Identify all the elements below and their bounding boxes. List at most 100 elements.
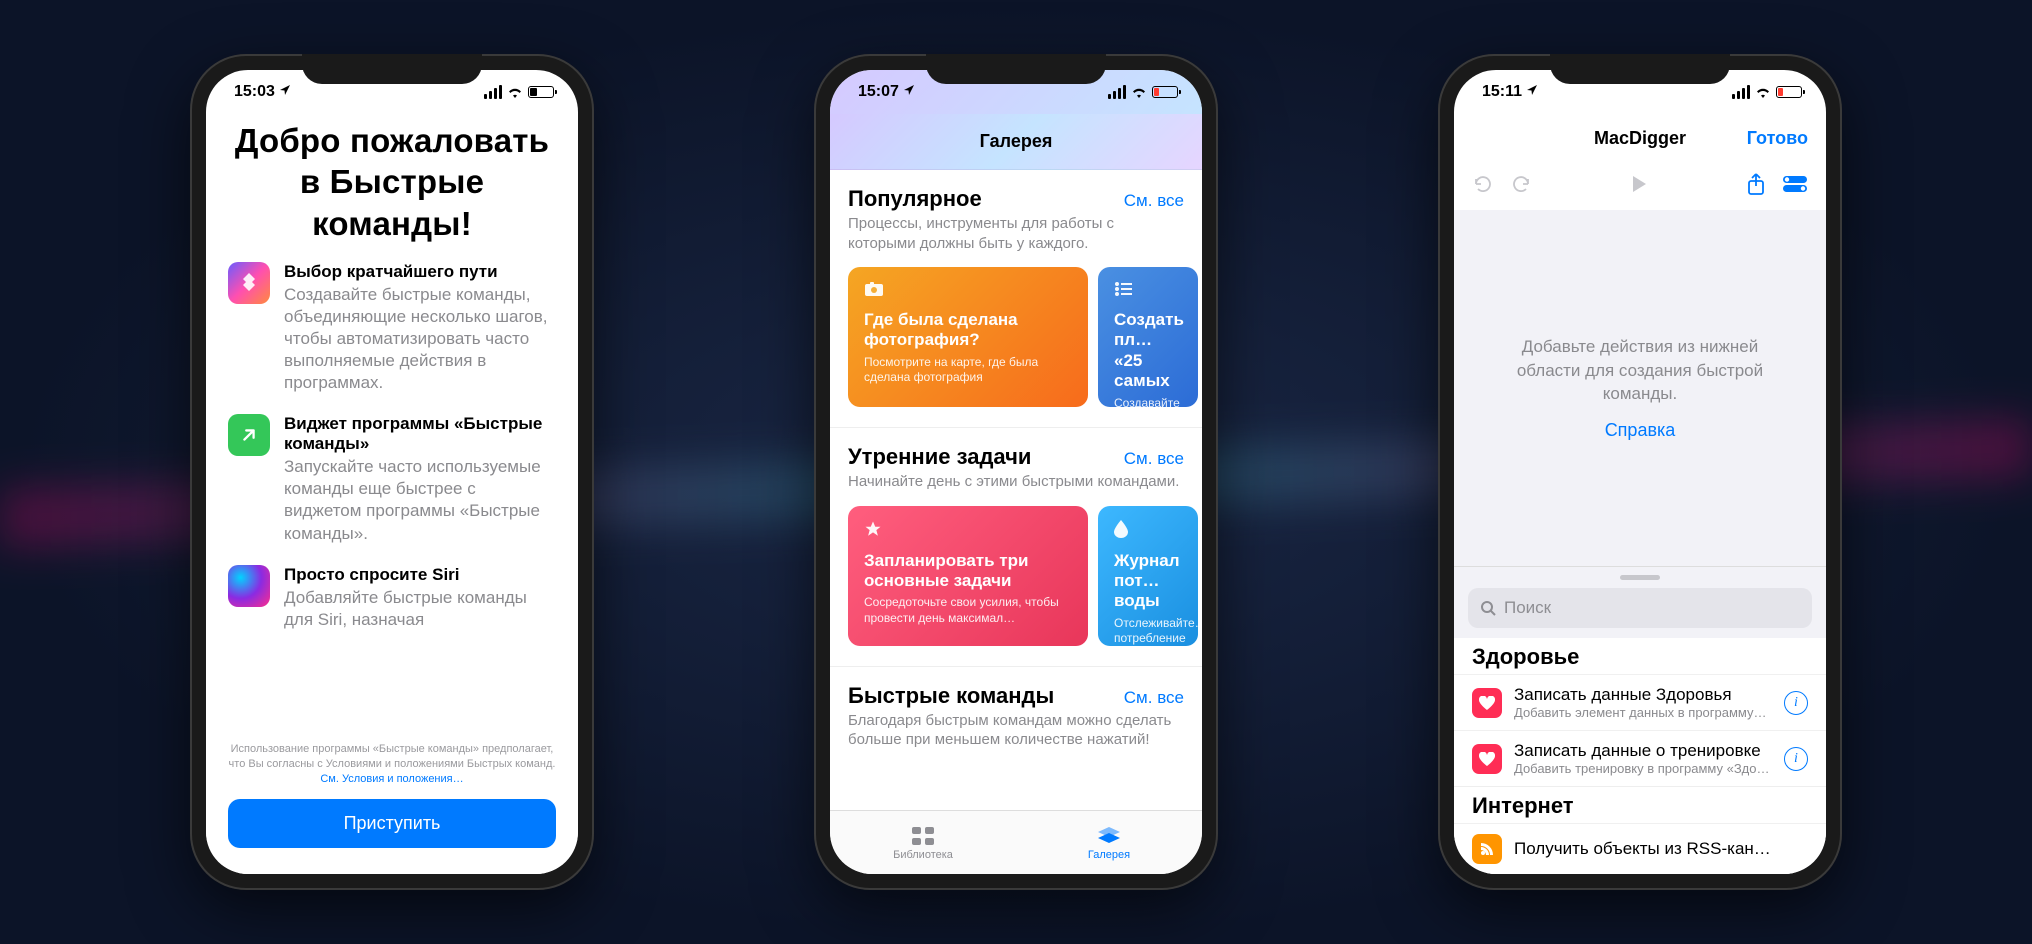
tab-library[interactable]: Библиотека xyxy=(830,811,1016,874)
section-subtitle: Процессы, инструменты для работы с котор… xyxy=(848,214,1184,253)
phone-welcome: 15:03 Добро пожаловать в Быстрые команды… xyxy=(190,54,594,890)
location-icon xyxy=(1526,83,1538,101)
tab-bar: Библиотека Галерея xyxy=(830,810,1202,874)
actions-sheet[interactable]: Поиск Здоровье Записать данные Здоровья … xyxy=(1454,566,1826,874)
battery-icon xyxy=(1152,86,1178,98)
battery-icon xyxy=(1776,86,1802,98)
tab-label: Галерея xyxy=(1088,849,1130,861)
shortcut-card-plan-tasks[interactable]: Запланировать три основные задачи Сосред… xyxy=(848,506,1088,646)
action-log-workout[interactable]: Записать данные о тренировке Добавить тр… xyxy=(1454,730,1826,786)
section-subtitle: Начинайте день с этими быстрыми командам… xyxy=(848,472,1184,492)
camera-icon xyxy=(864,281,1072,302)
nav-bar: MacDigger Готово xyxy=(1454,114,1826,162)
cellular-icon xyxy=(1732,85,1750,99)
card-subtitle: Отслеживайте… потребление в… xyxy=(1114,616,1182,663)
feature-widget: Виджет программы «Быстрые команды» Запус… xyxy=(228,414,556,544)
share-icon[interactable] xyxy=(1746,172,1766,201)
action-subtitle: Добавить элемент данных в программу… xyxy=(1514,705,1772,720)
info-icon[interactable]: i xyxy=(1784,747,1808,771)
info-icon[interactable]: i xyxy=(1784,691,1808,715)
undo-icon[interactable] xyxy=(1472,173,1494,200)
rss-icon xyxy=(1472,834,1502,864)
cellular-icon xyxy=(1108,85,1126,99)
widget-icon xyxy=(228,414,270,456)
action-title: Записать данные Здоровья xyxy=(1514,685,1772,705)
wifi-icon xyxy=(507,86,523,98)
status-time: 15:11 xyxy=(1482,83,1522,101)
card-title: Журнал пот… воды xyxy=(1114,551,1182,612)
battery-icon xyxy=(528,86,554,98)
search-field[interactable]: Поиск xyxy=(1468,588,1812,628)
shortcut-card-playlist[interactable]: Создать пл… «25 самых Создавайте сп… про… xyxy=(1098,267,1198,407)
section-shortcuts: Быстрые команды См. все Благодаря быстры… xyxy=(830,667,1202,754)
search-placeholder: Поиск xyxy=(1504,598,1551,618)
card-title: Создать пл… «25 самых xyxy=(1114,310,1182,392)
tab-gallery[interactable]: Галерея xyxy=(1016,811,1202,874)
card-title: Запланировать три основные задачи xyxy=(864,551,1072,592)
star-icon xyxy=(864,520,1072,543)
feature-body: Добавляйте быстрые команды для Siri, наз… xyxy=(284,587,556,631)
feature-heading: Виджет программы «Быстрые команды» xyxy=(284,414,556,454)
terms-link[interactable]: См. Условия и положения… xyxy=(320,773,463,785)
phone-gallery: 15:07 Галерея Популярное См. все Пр xyxy=(814,54,1218,890)
feature-siri: Просто спросите Siri Добавляйте быстрые … xyxy=(228,565,556,631)
toolbar xyxy=(1454,162,1826,210)
list-icon xyxy=(1114,281,1182,302)
shortcut-card-photo-location[interactable]: Где была сделана фотография? Посмотрите … xyxy=(848,267,1088,407)
card-subtitle: Сосредоточьте свои усилия, чтобы провест… xyxy=(864,595,1072,626)
welcome-title: Добро пожаловать в Быстрые команды! xyxy=(228,120,556,244)
section-subtitle: Благодаря быстрым командам можно сделать… xyxy=(848,711,1184,750)
feature-body: Создавайте быстрые команды, объединяющие… xyxy=(284,284,556,394)
screenshot-stage: 15:03 Добро пожаловать в Быстрые команды… xyxy=(0,0,2032,944)
section-title: Популярное xyxy=(848,186,982,212)
card-subtitle: Создавайте сп… прослушиваем… xyxy=(1114,396,1182,443)
phone-editor: 15:11 MacDigger Готово xyxy=(1438,54,1842,890)
shortcut-card-water-log[interactable]: Журнал пот… воды Отслеживайте… потреблен… xyxy=(1098,506,1198,646)
heart-icon xyxy=(1472,744,1502,774)
see-all-link[interactable]: См. все xyxy=(1124,449,1184,469)
card-subtitle: Посмотрите на карте, где была сделана фо… xyxy=(864,355,1072,386)
section-title: Утренние задачи xyxy=(848,444,1031,470)
action-title: Записать данные о тренировке xyxy=(1514,741,1772,761)
location-icon xyxy=(903,83,915,101)
empty-hint: Добавьте действия из нижней области для … xyxy=(1494,335,1786,406)
wifi-icon xyxy=(1131,86,1147,98)
feature-shortest-path: Выбор кратчайшего пути Создавайте быстры… xyxy=(228,262,556,394)
feature-heading: Просто спросите Siri xyxy=(284,565,556,585)
action-log-health[interactable]: Записать данные Здоровья Добавить элемен… xyxy=(1454,674,1826,730)
shortcuts-icon xyxy=(228,262,270,304)
play-icon[interactable] xyxy=(1630,174,1648,199)
done-button[interactable]: Готово xyxy=(1747,128,1808,149)
section-title: Быстрые команды xyxy=(848,683,1054,709)
heart-icon xyxy=(1472,688,1502,718)
category-health: Здоровье xyxy=(1454,638,1826,674)
siri-icon xyxy=(228,565,270,607)
search-icon xyxy=(1480,600,1496,616)
section-popular: Популярное См. все Процессы, инструменты… xyxy=(830,170,1202,428)
feature-heading: Выбор кратчайшего пути xyxy=(284,262,556,282)
see-all-link[interactable]: См. все xyxy=(1124,688,1184,708)
feature-body: Запускайте часто используемые команды ещ… xyxy=(284,456,556,544)
canvas-empty-state: Добавьте действия из нижней области для … xyxy=(1454,210,1826,566)
wifi-icon xyxy=(1755,86,1771,98)
status-time: 15:07 xyxy=(858,83,899,101)
sheet-handle[interactable] xyxy=(1620,575,1660,580)
see-all-link[interactable]: См. все xyxy=(1124,191,1184,211)
nav-title: Галерея xyxy=(830,114,1202,170)
location-icon xyxy=(279,83,291,101)
action-subtitle: Добавить тренировку в программу «Здо… xyxy=(1514,761,1772,776)
nav-title: MacDigger xyxy=(1594,128,1686,149)
action-title: Получить объекты из RSS-кан… xyxy=(1514,839,1808,859)
terms-text: Использование программы «Быстрые команды… xyxy=(228,742,556,787)
help-link[interactable]: Справка xyxy=(1605,420,1676,441)
continue-button[interactable]: Приступить xyxy=(228,799,556,848)
section-morning: Утренние задачи См. все Начинайте день с… xyxy=(830,428,1202,667)
category-internet: Интернет xyxy=(1454,786,1826,823)
action-rss[interactable]: Получить объекты из RSS-кан… xyxy=(1454,823,1826,874)
status-time: 15:03 xyxy=(234,83,275,101)
settings-toggle-icon[interactable] xyxy=(1782,175,1808,198)
redo-icon[interactable] xyxy=(1510,173,1532,200)
tab-label: Библиотека xyxy=(893,849,953,861)
cellular-icon xyxy=(484,85,502,99)
card-title: Где была сделана фотография? xyxy=(864,310,1072,351)
